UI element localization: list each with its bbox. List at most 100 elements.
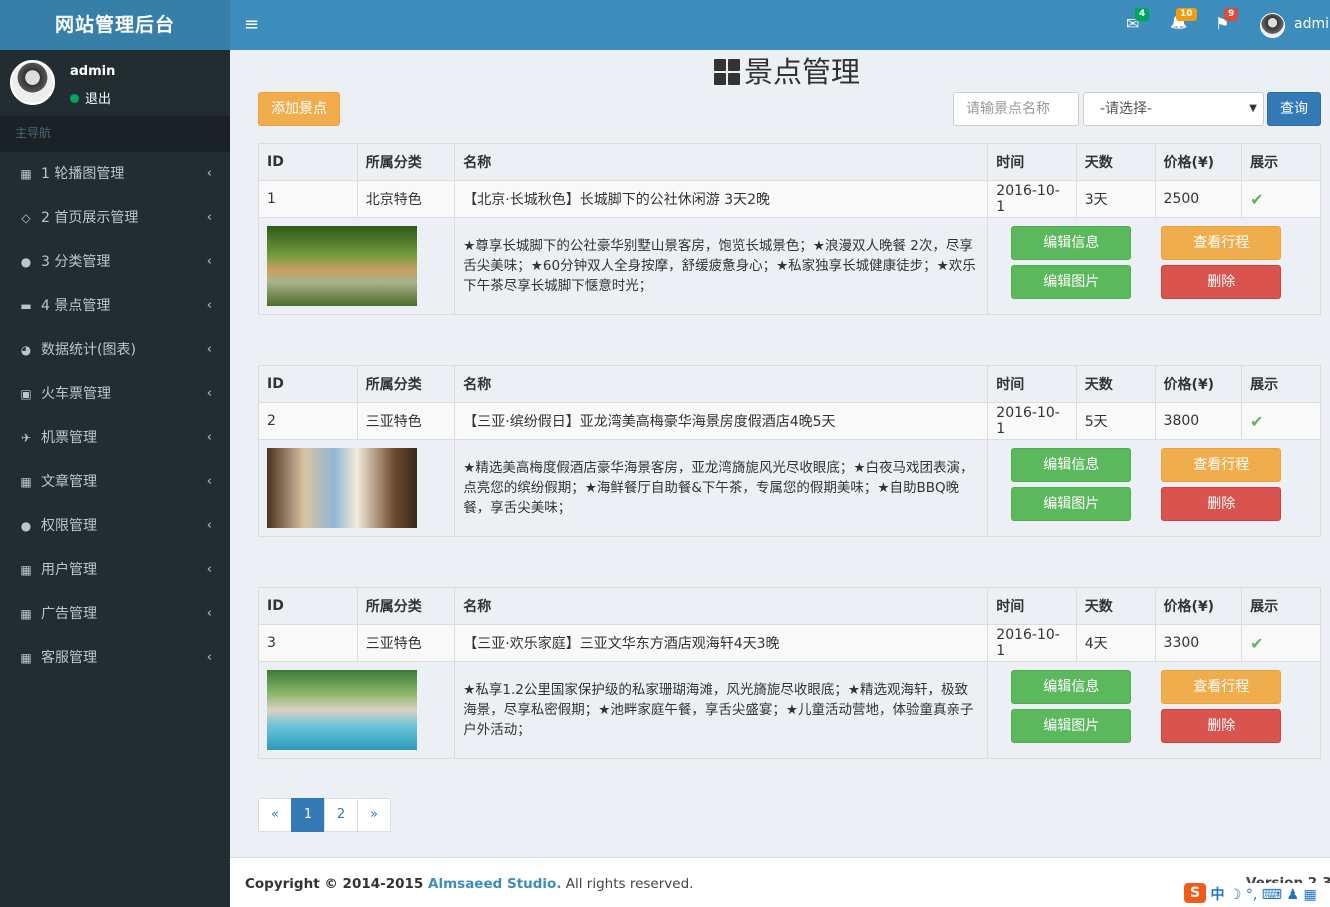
sidebar-item-10[interactable]: ▦ 用户管理 ‹	[0, 548, 230, 592]
copyright-text: Copyright © 2014-2015	[245, 876, 429, 892]
table-icon: ▦	[20, 651, 32, 665]
header-show: 展示	[1241, 587, 1321, 625]
sidebar-item-5[interactable]: ◕ 数据统计(图表) ‹	[0, 328, 230, 372]
edit-info-button[interactable]: 编辑信息	[1011, 670, 1132, 704]
page-title: 景点管理	[714, 54, 860, 90]
messages-icon[interactable]: ✉ 4	[1126, 8, 1150, 33]
logout-link[interactable]: 退出	[70, 88, 111, 107]
ime-tools-icon: ☽ °, ⌨ ♟ ▦	[1228, 887, 1317, 903]
spot-image-cell	[257, 217, 456, 315]
sidebar-item-8[interactable]: ▦ 文章管理 ‹	[0, 460, 230, 504]
spot-time: 2016-10-1	[987, 180, 1077, 218]
sidebar-item-label: 4 景点管理	[41, 298, 111, 314]
footer: Copyright © 2014-2015 Almsaeed Studio. A…	[230, 857, 1330, 907]
spot-show-cell: ✔	[1241, 180, 1321, 218]
chevron-left-icon: ‹	[206, 606, 212, 621]
view-itinerary-button[interactable]: 查看行程	[1161, 448, 1282, 482]
spot-price: 3800	[1154, 402, 1243, 440]
pagination-page-1[interactable]: 1	[291, 798, 325, 832]
search-input[interactable]: 请输景点名称	[953, 92, 1079, 126]
sidebar-item-11[interactable]: ▦ 广告管理 ‹	[0, 592, 230, 636]
chevron-left-icon: ‹	[206, 518, 212, 533]
table-row: 3 三亚特色 【三亚·欢乐家庭】三亚文华东方酒店观海轩4天3晚 2016-10-1 4天…	[258, 624, 1321, 662]
sidebar-item-label: 权限管理	[41, 518, 97, 534]
edit-image-button[interactable]: 编辑图片	[1011, 487, 1132, 521]
user-panel: admin 退出	[0, 50, 230, 116]
category-select[interactable]: -请选择- ▼	[1083, 92, 1264, 126]
spot-name: 【北京·长城秋色】长城脚下的公社休闲游 3天2晚	[454, 180, 989, 218]
spot-thumbnail[interactable]	[267, 448, 417, 528]
header-time: 时间	[987, 365, 1077, 403]
header-price: 价格(¥)	[1154, 365, 1243, 403]
spot-table: ID 所属分类 名称 时间 天数 价格(¥) 展示 2 三亚特色 【三亚·缤纷假日】亚龙湾美高梅豪…	[257, 365, 1321, 537]
top-user-avatar[interactable]	[1260, 13, 1285, 38]
spot-id: 3	[258, 624, 358, 662]
header-category: 所属分类	[356, 587, 456, 625]
chevron-down-icon: ▼	[1249, 103, 1257, 114]
train-icon: ▣	[20, 387, 32, 401]
notifications-icon[interactable]: 🔔 10	[1170, 8, 1197, 30]
sidebar-item-label: 2 首页展示管理	[41, 210, 139, 226]
view-itinerary-button[interactable]: 查看行程	[1161, 670, 1282, 704]
tasks-icon[interactable]: ⚑ 9	[1215, 8, 1239, 33]
edit-image-button[interactable]: 编辑图片	[1011, 265, 1132, 299]
sidebar-item-6[interactable]: ▣ 火车票管理 ‹	[0, 372, 230, 416]
spot-description-cell: ★尊享长城脚下的公社豪华别墅山景客房，饱览长城景色；★浪漫双人晚餐 2次，尽享舌…	[454, 217, 989, 315]
spot-name: 【三亚·缤纷假日】亚龙湾美高梅豪华海景房度假酒店4晚5天	[454, 402, 989, 440]
ime-toolbar[interactable]: S 中 ☽ °, ⌨ ♟ ▦	[1180, 883, 1330, 907]
header-id: ID	[258, 143, 358, 181]
table-row: 2 三亚特色 【三亚·缤纷假日】亚龙湾美高梅豪华海景房度假酒店4晚5天 2016-10…	[258, 402, 1321, 440]
chevron-left-icon: ‹	[206, 386, 212, 401]
studio-link[interactable]: Almsaeed Studio.	[428, 876, 561, 892]
header-name: 名称	[454, 365, 989, 403]
brand-title[interactable]: 网站管理后台	[0, 0, 230, 50]
sidebar-menu: ▦ 1 轮播图管理 ‹ ◇ 2 首页展示管理 ‹ ● 3 分类管理 ‹ ▬ 4 景点管理 ‹ ◕ 数据统计…	[0, 152, 230, 680]
edit-image-button[interactable]: 编辑图片	[1011, 709, 1132, 743]
view-itinerary-button[interactable]: 查看行程	[1161, 226, 1282, 260]
spot-id: 2	[258, 402, 358, 440]
sidebar-item-label: 文章管理	[41, 474, 97, 490]
query-button[interactable]: 查询	[1267, 92, 1321, 126]
pagination: « 1 2 »	[258, 798, 391, 832]
sidebar-item-4[interactable]: ▬ 4 景点管理 ‹	[0, 284, 230, 328]
pagination-prev[interactable]: «	[258, 798, 292, 832]
add-spot-button[interactable]: 添加景点	[258, 92, 340, 126]
sidebar-item-1[interactable]: ▦ 1 轮播图管理 ‹	[0, 152, 230, 196]
header-price: 价格(¥)	[1154, 143, 1243, 181]
sidebar-item-label: 机票管理	[41, 430, 97, 446]
sidebar-item-12[interactable]: ▦ 客服管理 ‹	[0, 636, 230, 680]
spot-description-cell: ★精选美高梅度假酒店豪华海景客房，亚龙湾旖旎风光尽收眼底；★白夜马戏团表演，点亮…	[454, 439, 989, 537]
top-user-name[interactable]: admin	[1294, 16, 1330, 32]
sidebar-item-2[interactable]: ◇ 2 首页展示管理 ‹	[0, 196, 230, 240]
header-time: 时间	[987, 587, 1077, 625]
delete-button[interactable]: 删除	[1161, 709, 1282, 743]
header-name: 名称	[454, 143, 989, 181]
spot-show-cell: ✔	[1241, 402, 1321, 440]
spot-thumbnail[interactable]	[267, 226, 417, 306]
sidebar: 网站管理后台 admin 退出 主导航 ▦ 1 轮播图管理 ‹ ◇ 2 首页展示管理 ‹ ●…	[0, 0, 230, 907]
circle-chevron-icon: ●	[20, 255, 32, 269]
menu-toggle-icon[interactable]: ≡	[244, 14, 259, 36]
delete-button[interactable]: 删除	[1161, 265, 1282, 299]
page-title-text: 景点管理	[744, 55, 861, 89]
spot-actions-cell: 编辑信息 查看行程 编辑图片 删除	[987, 217, 1321, 315]
edit-info-button[interactable]: 编辑信息	[1011, 226, 1132, 260]
spot-description: ★精选美高梅度假酒店豪华海景客房，亚龙湾旖旎风光尽收眼底；★白夜马戏团表演，点亮…	[463, 460, 974, 516]
delete-button[interactable]: 删除	[1161, 487, 1282, 521]
table-icon: ▦	[20, 475, 32, 489]
messages-badge: 4	[1135, 8, 1150, 21]
user-name: admin	[70, 64, 116, 79]
copyright-suffix: All rights reserved.	[561, 876, 694, 892]
chevron-left-icon: ‹	[206, 342, 212, 357]
edit-info-button[interactable]: 编辑信息	[1011, 448, 1132, 482]
pagination-page-2[interactable]: 2	[324, 798, 358, 832]
sidebar-item-3[interactable]: ● 3 分类管理 ‹	[0, 240, 230, 284]
pagination-next[interactable]: »	[357, 798, 391, 832]
spot-thumbnail[interactable]	[267, 670, 417, 750]
folder-icon: ▬	[20, 299, 32, 313]
sidebar-item-7[interactable]: ✈ 机票管理 ‹	[0, 416, 230, 460]
sidebar-item-9[interactable]: ● 权限管理 ‹	[0, 504, 230, 548]
circle-chevron-icon: ●	[20, 519, 32, 533]
spot-time: 2016-10-1	[987, 624, 1077, 662]
top-navbar: ≡ ✉4 🔔10 ⚑9 admin	[230, 0, 1330, 50]
